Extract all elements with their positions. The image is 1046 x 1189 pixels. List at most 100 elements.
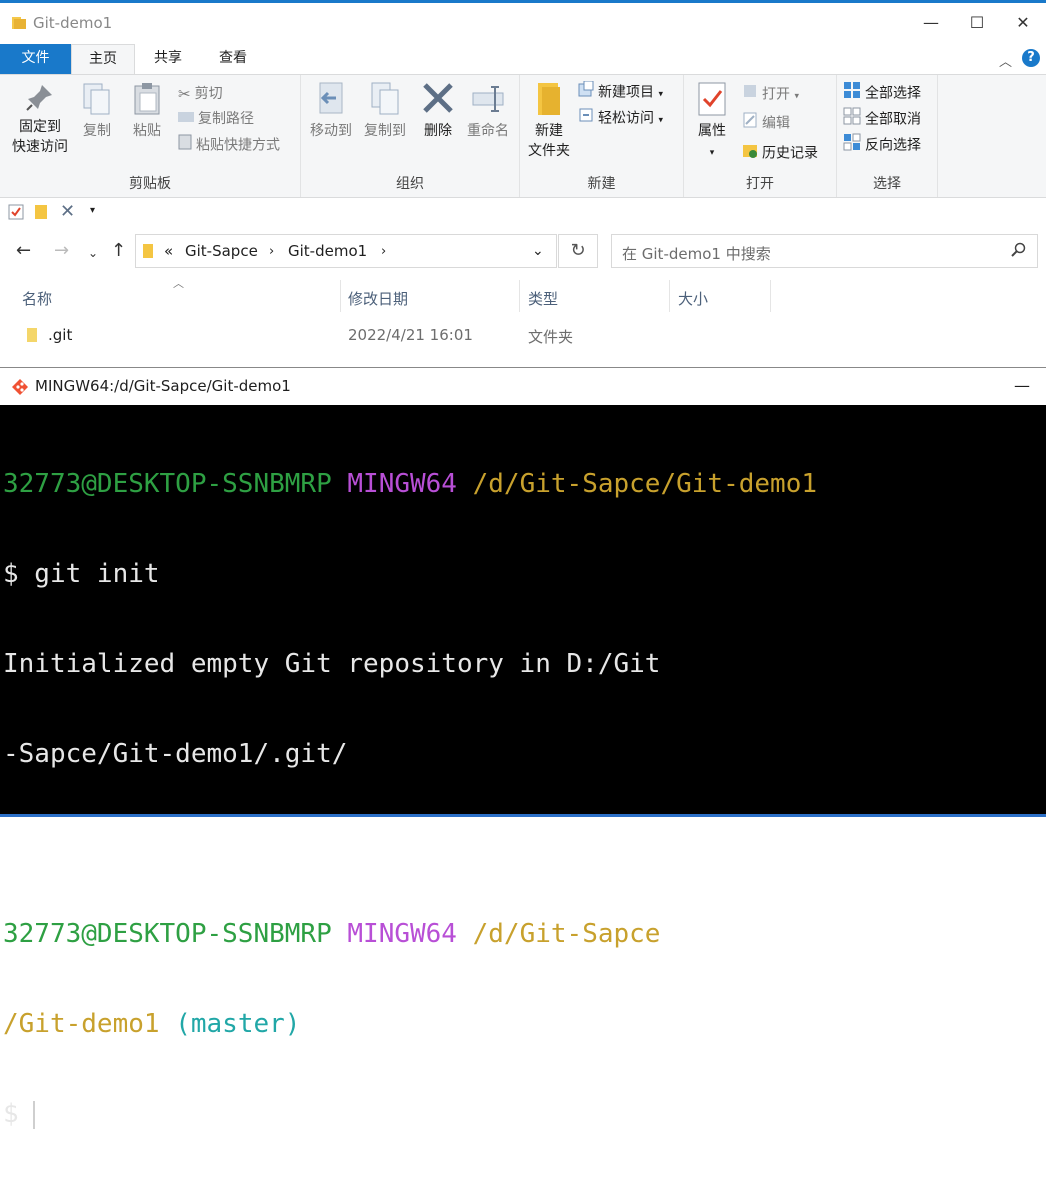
paste-button[interactable]: 粘贴 — [126, 81, 168, 141]
column-size[interactable]: 大小 — [678, 288, 708, 309]
group-open: 属性 ▾ 打开 ▾ 编辑 历史记录 打开 — [684, 75, 837, 197]
prompt-user-host: 32773@DESKTOP-SSNBMRP — [3, 469, 332, 499]
group-select: 全部选择 全部取消 反向选择 选择 — [837, 75, 938, 197]
address-dropdown-icon[interactable]: ⌄ — [532, 243, 544, 259]
paste-shortcut-button[interactable]: 粘贴快捷方式 — [178, 134, 280, 156]
terminal-line: 32773@DESKTOP-SSNBMRP MINGW64 /d/Git-Sap… — [3, 469, 1043, 499]
maximize-button[interactable]: ☐ — [954, 3, 1000, 43]
column-divider[interactable] — [770, 280, 771, 312]
terminal-line-empty — [3, 829, 1043, 859]
new-folder-label: 新建 — [535, 123, 563, 139]
new-group-label: 新建 — [587, 176, 616, 192]
column-divider[interactable] — [340, 280, 341, 312]
terminal-output[interactable]: 32773@DESKTOP-SSNBMRP MINGW64 /d/Git-Sap… — [3, 409, 1043, 1129]
copy-button[interactable]: 复制 — [76, 81, 118, 141]
copy-path-button[interactable]: 复制路径 — [178, 108, 254, 130]
history-label: 历史记录 — [762, 145, 818, 162]
help-icon[interactable]: ? — [1022, 49, 1040, 67]
minimize-button[interactable]: — — [908, 3, 954, 43]
select-all-icon — [843, 81, 861, 106]
group-organize: 移动到 复制到 删除 重命名 组织 — [301, 75, 520, 197]
up-arrow-icon[interactable]: ↑ — [111, 240, 126, 261]
breadcrumb-separator-icon[interactable]: › — [381, 244, 386, 259]
file-modified: 2022/4/21 16:01 — [348, 326, 473, 344]
new-folder-small-icon[interactable] — [34, 204, 48, 224]
forward-arrow-icon[interactable]: → — [54, 240, 69, 261]
column-modified[interactable]: 修改日期 — [348, 288, 408, 309]
copy-to-button[interactable]: 复制到 — [359, 81, 411, 141]
pin-icon — [26, 85, 52, 111]
select-none-button[interactable]: 全部取消 — [843, 107, 921, 129]
column-name[interactable]: 名称 — [22, 288, 52, 309]
delete-label: 删除 — [424, 123, 452, 139]
breadcrumb-git-demo1[interactable]: Git-demo1 — [288, 242, 367, 260]
git-logo-icon — [11, 378, 29, 400]
breadcrumb-git-sapce[interactable]: Git-Sapce — [185, 242, 258, 260]
rename-button[interactable]: 重命名 — [461, 81, 515, 141]
address-bar[interactable]: « Git-Sapce › Git-demo1 › ⌄ — [135, 234, 557, 268]
move-to-icon — [319, 82, 343, 114]
column-divider[interactable] — [519, 280, 520, 312]
customize-qat-icon[interactable]: ▾ — [90, 205, 95, 216]
file-name: .git — [48, 326, 73, 344]
file-explorer-window: Git-demo1 — ☐ ✕ 文件 主页 共享 查看 ︿ ? 固定到 快速访问… — [0, 0, 1046, 367]
select-all-button[interactable]: 全部选择 — [843, 81, 921, 103]
properties-check-icon[interactable] — [8, 204, 24, 224]
new-item-button[interactable]: 新建项目 ▾ — [578, 80, 663, 103]
new-folder-label-2: 文件夹 — [528, 143, 570, 159]
terminal-input-line[interactable]: $ — [3, 1099, 1043, 1129]
terminal-window: MINGW64:/d/Git-Sapce/Git-demo1 — 32773@D… — [0, 367, 1046, 1129]
terminal-minimize-button[interactable]: — — [1014, 376, 1030, 395]
properties-icon — [698, 82, 726, 116]
scissors-icon: ✂ — [178, 85, 191, 103]
move-to-button[interactable]: 移动到 — [305, 81, 357, 141]
paste-shortcut-label: 粘贴快捷方式 — [196, 137, 280, 154]
prompt-branch: (master) — [175, 1009, 301, 1039]
paste-icon — [134, 83, 160, 115]
tab-view[interactable]: 查看 — [201, 44, 265, 74]
invert-selection-button[interactable]: 反向选择 — [843, 133, 921, 155]
group-clipboard: 固定到 快速访问 复制 粘贴 ✂ 剪切 复制路径 粘贴快捷方式 剪贴板 — [0, 75, 301, 197]
refresh-button[interactable]: ↻ — [558, 234, 598, 268]
edit-button[interactable]: 编辑 — [742, 112, 790, 134]
history-button[interactable]: 历史记录 — [742, 142, 818, 164]
search-placeholder: 在 Git-demo1 中搜索 — [622, 245, 771, 263]
back-arrow-icon[interactable]: ← — [16, 240, 31, 261]
prompt-path: /Git-demo1 — [3, 1009, 160, 1039]
tab-share[interactable]: 共享 — [135, 44, 201, 74]
easy-access-button[interactable]: 轻松访问 ▾ — [578, 107, 663, 129]
delete-small-icon[interactable]: ✕ — [60, 201, 75, 222]
delete-button[interactable]: 删除 — [417, 81, 459, 141]
pin-label-2: 快速访问 — [12, 139, 68, 155]
new-item-label: 新建项目 — [598, 84, 654, 101]
tab-file[interactable]: 文件 — [0, 44, 71, 74]
column-divider[interactable] — [669, 280, 670, 312]
prompt-system: MINGW64 — [347, 919, 457, 949]
window-title: Git-demo1 — [33, 14, 113, 32]
properties-button[interactable]: 属性 ▾ — [690, 81, 734, 163]
edit-label: 编辑 — [762, 115, 790, 132]
dropdown-arrow-icon: ▾ — [658, 89, 663, 100]
open-button[interactable]: 打开 ▾ — [742, 83, 799, 105]
cut-button[interactable]: ✂ 剪切 — [178, 83, 223, 105]
terminal-line: /Git-demo1 (master) — [3, 1009, 1043, 1039]
ribbon-tabs: 文件 主页 共享 查看 ︿ ? — [0, 44, 1046, 74]
terminal-line: 32773@DESKTOP-SSNBMRP MINGW64 /d/Git-Sap… — [3, 919, 1043, 949]
close-button[interactable]: ✕ — [1000, 3, 1046, 43]
quick-access-toolbar: ✕ ▾ — [0, 198, 1046, 228]
search-box[interactable]: 在 Git-demo1 中搜索 — [611, 234, 1038, 268]
rename-icon — [472, 86, 504, 112]
terminal-line: Initialized empty Git repository in D:/G… — [3, 649, 661, 679]
new-folder-button[interactable]: 新建 文件夹 — [526, 81, 572, 161]
recent-locations-icon[interactable]: ⌄ — [88, 246, 98, 260]
file-row[interactable]: .git 2022/4/21 16:01 文件夹 — [0, 318, 1046, 352]
breadcrumb-overflow[interactable]: « — [164, 242, 173, 260]
pin-quick-access-button[interactable]: 固定到 快速访问 — [6, 81, 74, 157]
folder-icon — [26, 327, 40, 347]
breadcrumb-separator-icon[interactable]: › — [269, 244, 274, 259]
collapse-ribbon-icon[interactable]: ︿ — [999, 51, 1012, 70]
tab-home[interactable]: 主页 — [71, 44, 135, 74]
column-type[interactable]: 类型 — [528, 288, 558, 309]
address-bar-row: ← → ⌄ ↑ « Git-Sapce › Git-demo1 › ⌄ ↻ 在 … — [0, 228, 1046, 274]
folder-icon — [142, 243, 156, 263]
